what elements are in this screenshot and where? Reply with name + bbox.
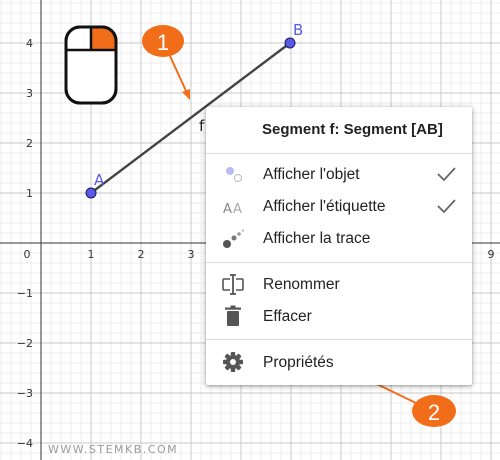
- menu-item-properties[interactable]: Propriétés: [206, 347, 472, 377]
- svg-text:A: A: [223, 202, 232, 217]
- tick-label: −2: [17, 337, 33, 350]
- menu-item-label: Effacer: [263, 308, 312, 325]
- step-1-number: 1: [157, 30, 169, 55]
- menu-item-label: Renommer: [263, 276, 340, 293]
- right-click-mouse-icon: [64, 25, 118, 105]
- menu-item-label: Afficher l'objet: [263, 166, 360, 183]
- tick-label: 1: [26, 187, 33, 200]
- rename-icon: [222, 274, 244, 295]
- trash-icon: [225, 305, 241, 326]
- step-2-number: 2: [428, 400, 440, 425]
- menu-item-label: Propriétés: [263, 354, 334, 371]
- segment-label: f: [199, 117, 205, 135]
- menu-item-delete[interactable]: Effacer: [206, 301, 472, 331]
- tick-label: −1: [17, 287, 33, 300]
- tick-label: 2: [26, 137, 33, 150]
- context-menu-title: Segment f: Segment [AB]: [262, 121, 443, 138]
- point-a-label: A: [94, 171, 105, 189]
- menu-item-label: Afficher l'étiquette: [263, 198, 386, 215]
- menu-item-show-object[interactable]: Afficher l'objet: [206, 159, 472, 189]
- checkmark-icon: [437, 167, 456, 182]
- show-label-icon: A A: [223, 202, 242, 217]
- checkmark-icon: [437, 199, 456, 214]
- menu-item-show-label[interactable]: A A Afficher l'étiquette: [206, 191, 472, 221]
- menu-divider: [206, 262, 472, 263]
- tick-label: 1: [88, 248, 95, 261]
- menu-item-label: Afficher la trace: [263, 230, 371, 247]
- menu-divider: [206, 153, 472, 154]
- tick-label: 0: [24, 248, 31, 261]
- svg-text:A: A: [233, 202, 242, 217]
- point-a[interactable]: [85, 187, 97, 199]
- menu-divider: [206, 339, 472, 340]
- gear-icon: [223, 352, 243, 372]
- context-menu: Segment f: Segment [AB] Afficher l'objet…: [206, 107, 472, 385]
- tick-label: 2: [138, 248, 145, 261]
- tick-label: 4: [26, 37, 33, 50]
- point-b-label: B: [293, 21, 303, 39]
- tick-label: −4: [17, 437, 33, 450]
- tick-label: 3: [188, 248, 195, 261]
- trace-icon: [223, 229, 245, 248]
- menu-item-rename[interactable]: Renommer: [206, 269, 472, 299]
- show-object-icon: [226, 167, 242, 182]
- watermark: WWW.STEMKB.COM: [48, 443, 179, 456]
- tick-label: −3: [17, 387, 33, 400]
- point-b[interactable]: [284, 37, 296, 49]
- tick-label: 9: [488, 248, 495, 261]
- menu-item-show-trace[interactable]: Afficher la trace: [206, 223, 472, 253]
- tick-label: 3: [26, 87, 33, 100]
